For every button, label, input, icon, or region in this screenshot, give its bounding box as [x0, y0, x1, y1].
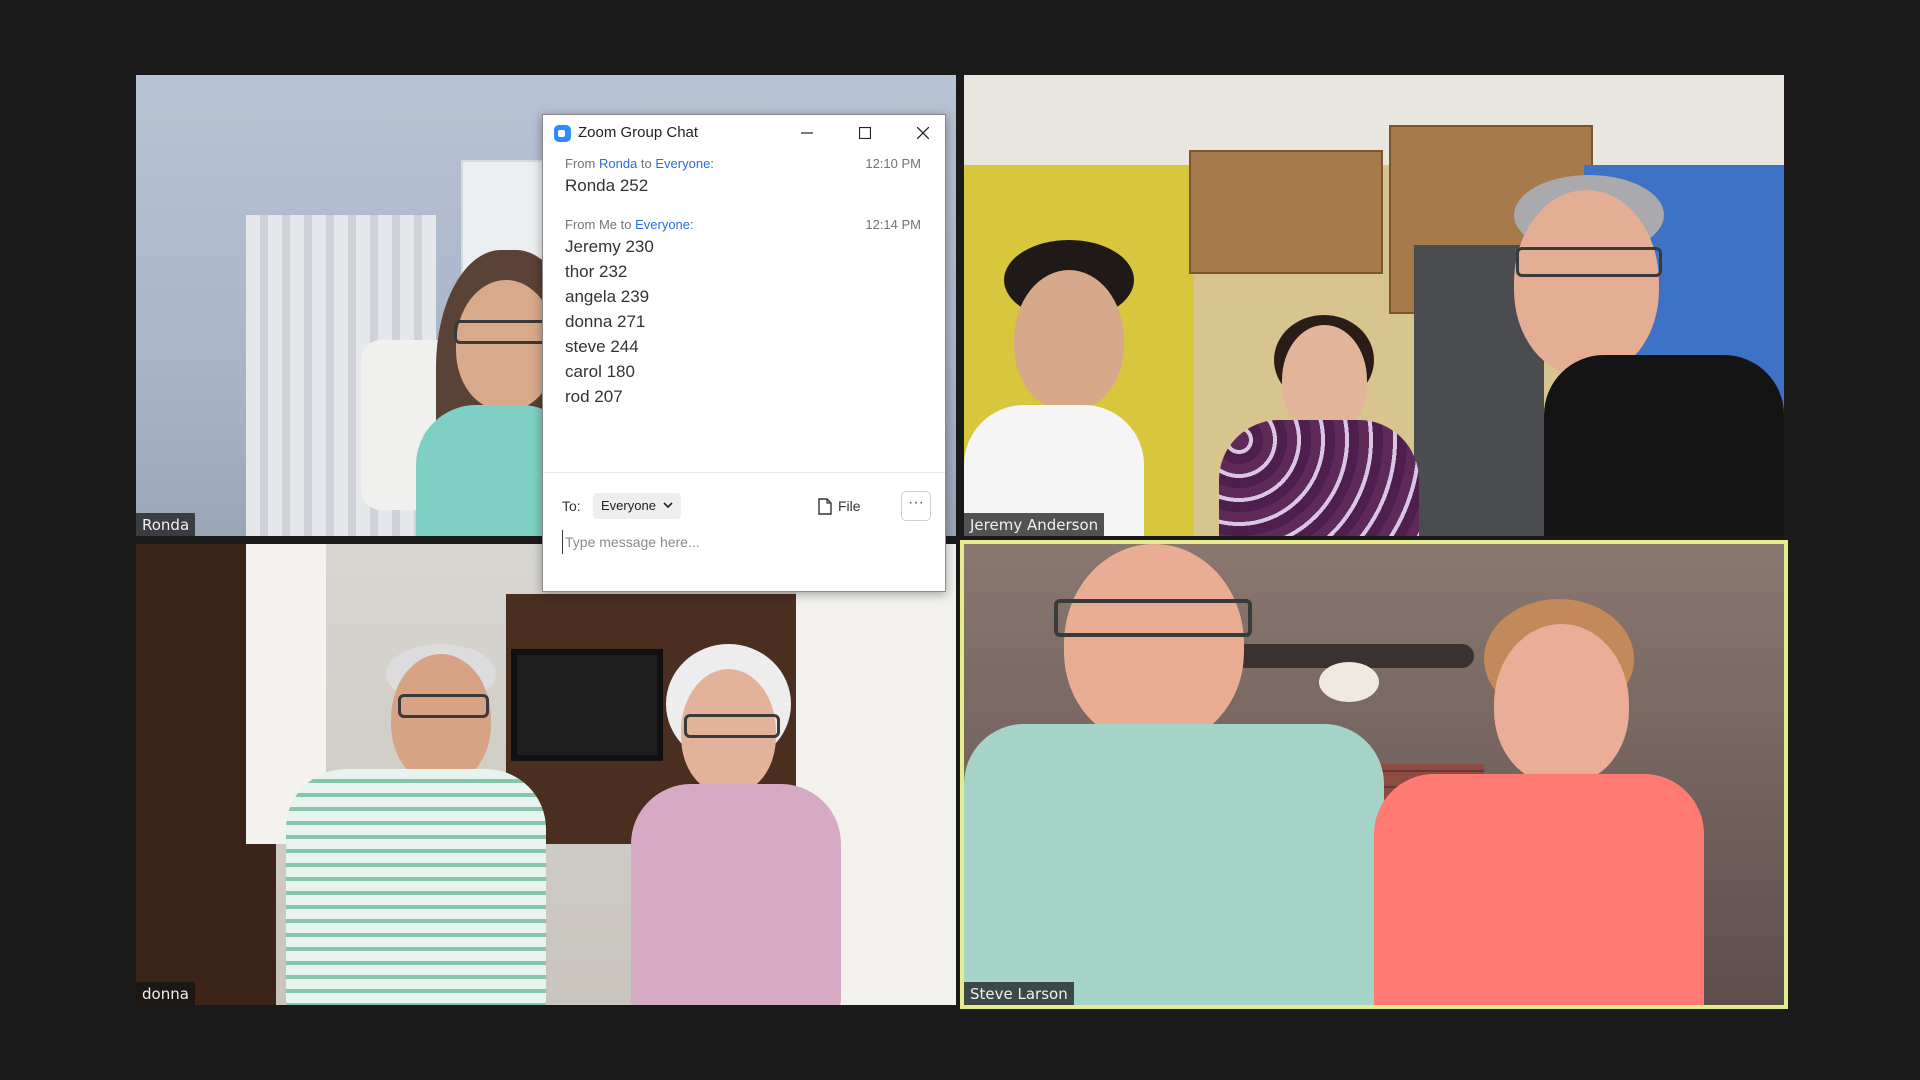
man-glasses	[1516, 247, 1662, 277]
message-line: donna 271	[565, 312, 646, 331]
close-icon	[916, 126, 930, 140]
woman-pink-top	[631, 784, 841, 1005]
video-tile-steve-larson[interactable]: Steve Larson	[964, 544, 1784, 1005]
tv	[511, 649, 663, 761]
video-tile-donna[interactable]: donna	[136, 544, 956, 1005]
participant-name: Steve Larson	[964, 982, 1074, 1005]
woman-floral-top	[1219, 420, 1419, 536]
woman-pink-shirt	[1374, 774, 1704, 1005]
chat-titlebar[interactable]: Zoom Group Chat	[543, 115, 945, 151]
message-meta: From Ronda to Everyone: 12:10 PM	[565, 156, 921, 171]
message-line: Ronda 252	[565, 176, 649, 195]
file-icon	[818, 498, 832, 515]
chat-title: Zoom Group Chat	[578, 124, 699, 141]
recipient-link[interactable]: Everyone:	[655, 156, 714, 171]
man-black-shirt	[1544, 355, 1784, 536]
man-face	[391, 654, 491, 784]
video-feed	[964, 75, 1784, 536]
man-face	[1514, 190, 1659, 375]
recipient-row: To: Everyone File ···	[562, 491, 931, 521]
message-line: angela 239	[565, 287, 650, 306]
maximize-icon	[858, 126, 872, 139]
woman-glasses	[684, 714, 780, 738]
steve-shirt	[964, 724, 1384, 1005]
steve-glasses	[1054, 599, 1252, 637]
minimize-button[interactable]	[789, 119, 825, 147]
zoom-logo-icon	[554, 125, 571, 142]
recipient-dropdown[interactable]: Everyone	[593, 493, 681, 519]
participant-name: Jeremy Anderson	[964, 513, 1105, 536]
chat-message: From Ronda to Everyone: 12:10 PM Ronda 2…	[565, 155, 923, 198]
woman-face	[1282, 325, 1367, 435]
participant-name: Ronda	[136, 513, 196, 536]
message-input[interactable]	[562, 530, 907, 554]
chat-message: From Me to Everyone: 12:14 PM Jeremy 230…	[565, 216, 923, 409]
maximize-button[interactable]	[847, 119, 883, 147]
boy-face	[1014, 270, 1124, 410]
message-time: 12:10 PM	[865, 156, 921, 171]
ronda-face	[456, 280, 556, 410]
video-feed	[136, 544, 956, 1005]
minimize-icon	[801, 132, 813, 134]
message-time: 12:14 PM	[865, 217, 921, 232]
more-options-button[interactable]: ···	[901, 491, 931, 521]
woman-face	[1494, 624, 1629, 784]
man-glasses	[398, 694, 489, 718]
message-line: carol 180	[565, 362, 635, 381]
message-line: thor 232	[565, 262, 628, 281]
divider	[543, 472, 945, 473]
video-tile-jeremy-anderson[interactable]: Jeremy Anderson	[964, 75, 1784, 536]
close-button[interactable]	[905, 119, 941, 147]
recipient-link[interactable]: Everyone:	[635, 217, 694, 232]
fan-light	[1319, 662, 1379, 702]
participant-name: donna	[136, 982, 195, 1005]
message-list: From Ronda to Everyone: 12:10 PM Ronda 2…	[565, 155, 923, 427]
message-line: rod 207	[565, 387, 623, 406]
video-feed	[964, 544, 1784, 1005]
file-button[interactable]: File	[818, 495, 861, 517]
sender-link[interactable]: Ronda	[599, 156, 637, 171]
man-striped-shirt	[286, 769, 546, 1005]
message-line: steve 244	[565, 337, 639, 356]
message-meta: From Me to Everyone: 12:14 PM	[565, 217, 921, 232]
recipient-value: Everyone	[601, 498, 656, 513]
cabinets-left	[1189, 150, 1383, 274]
steve-face	[1064, 544, 1244, 744]
message-line: Jeremy 230	[565, 237, 654, 256]
to-label: To:	[562, 498, 581, 514]
group-chat-window[interactable]: Zoom Group Chat From Ronda to Everyone: …	[542, 114, 946, 592]
chevron-down-icon	[662, 502, 673, 509]
